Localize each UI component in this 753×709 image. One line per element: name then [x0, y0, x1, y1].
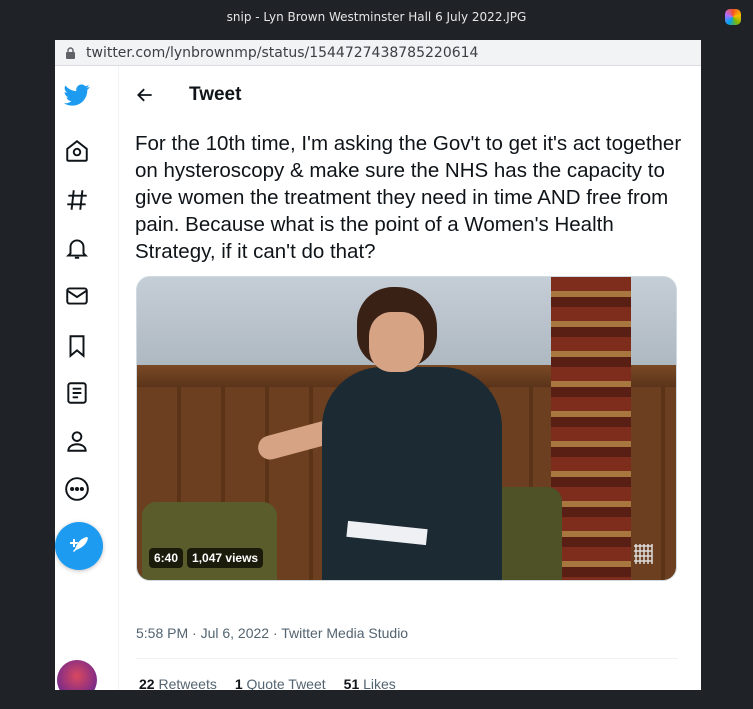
likes-stat[interactable]: 51 Likes	[344, 676, 396, 690]
tweet-text: For the 10th time, I'm asking the Gov't …	[135, 132, 682, 263]
video-views: 1,047 views	[187, 548, 264, 568]
video-speaker	[255, 287, 507, 580]
compose-tweet-icon	[70, 537, 88, 552]
profile-icon[interactable]	[64, 428, 90, 454]
lock-icon	[65, 46, 76, 59]
window-titlebar: snip - Lyn Brown Westminster Hall 6 July…	[0, 0, 753, 36]
twitter-logo-icon[interactable]	[64, 82, 90, 108]
lists-icon[interactable]	[64, 380, 90, 406]
main-column: Tweet For the 10th time, I'm asking the …	[119, 66, 701, 690]
portcullis-icon	[634, 544, 653, 564]
retweets-stat[interactable]: 22 Retweets	[139, 676, 217, 690]
sidebar-nav	[55, 66, 119, 690]
browser-window: twitter.com/lynbrownmp/status/1544727438…	[55, 40, 701, 690]
window-title: snip - Lyn Brown Westminster Hall 6 July…	[226, 10, 527, 24]
video-chair-left	[142, 502, 277, 580]
explore-hashtag-icon[interactable]	[64, 187, 90, 213]
back-arrow-icon[interactable]	[135, 85, 155, 105]
tweet-timestamp[interactable]: 5:58 PM · Jul 6, 2022 · Twitter Media St…	[136, 625, 408, 641]
video-badges: 6:40 1,047 views	[149, 548, 264, 568]
copilot-icon[interactable]	[725, 9, 741, 25]
tweet-header: Tweet	[135, 84, 241, 106]
divider	[136, 658, 678, 659]
video-duration: 6:40	[149, 548, 184, 568]
notifications-bell-icon[interactable]	[64, 235, 90, 261]
address-bar[interactable]: twitter.com/lynbrownmp/status/1544727438…	[55, 40, 701, 66]
url-text[interactable]: twitter.com/lynbrownmp/status/1544727438…	[86, 45, 478, 61]
video-curtain	[551, 277, 631, 580]
compose-tweet-button[interactable]	[55, 522, 103, 570]
tweet-video[interactable]: 6:40 1,047 views	[136, 276, 677, 581]
quote-tweets-stat[interactable]: 1 Quote Tweet	[235, 676, 326, 690]
bookmark-icon[interactable]	[64, 333, 90, 359]
home-icon[interactable]	[64, 138, 90, 164]
avatar[interactable]	[57, 660, 97, 690]
messages-envelope-icon[interactable]	[64, 283, 90, 309]
tweet-stats: 22 Retweets 1 Quote Tweet 51 Likes	[139, 676, 396, 690]
more-icon[interactable]	[64, 476, 90, 502]
page-title: Tweet	[189, 84, 242, 105]
